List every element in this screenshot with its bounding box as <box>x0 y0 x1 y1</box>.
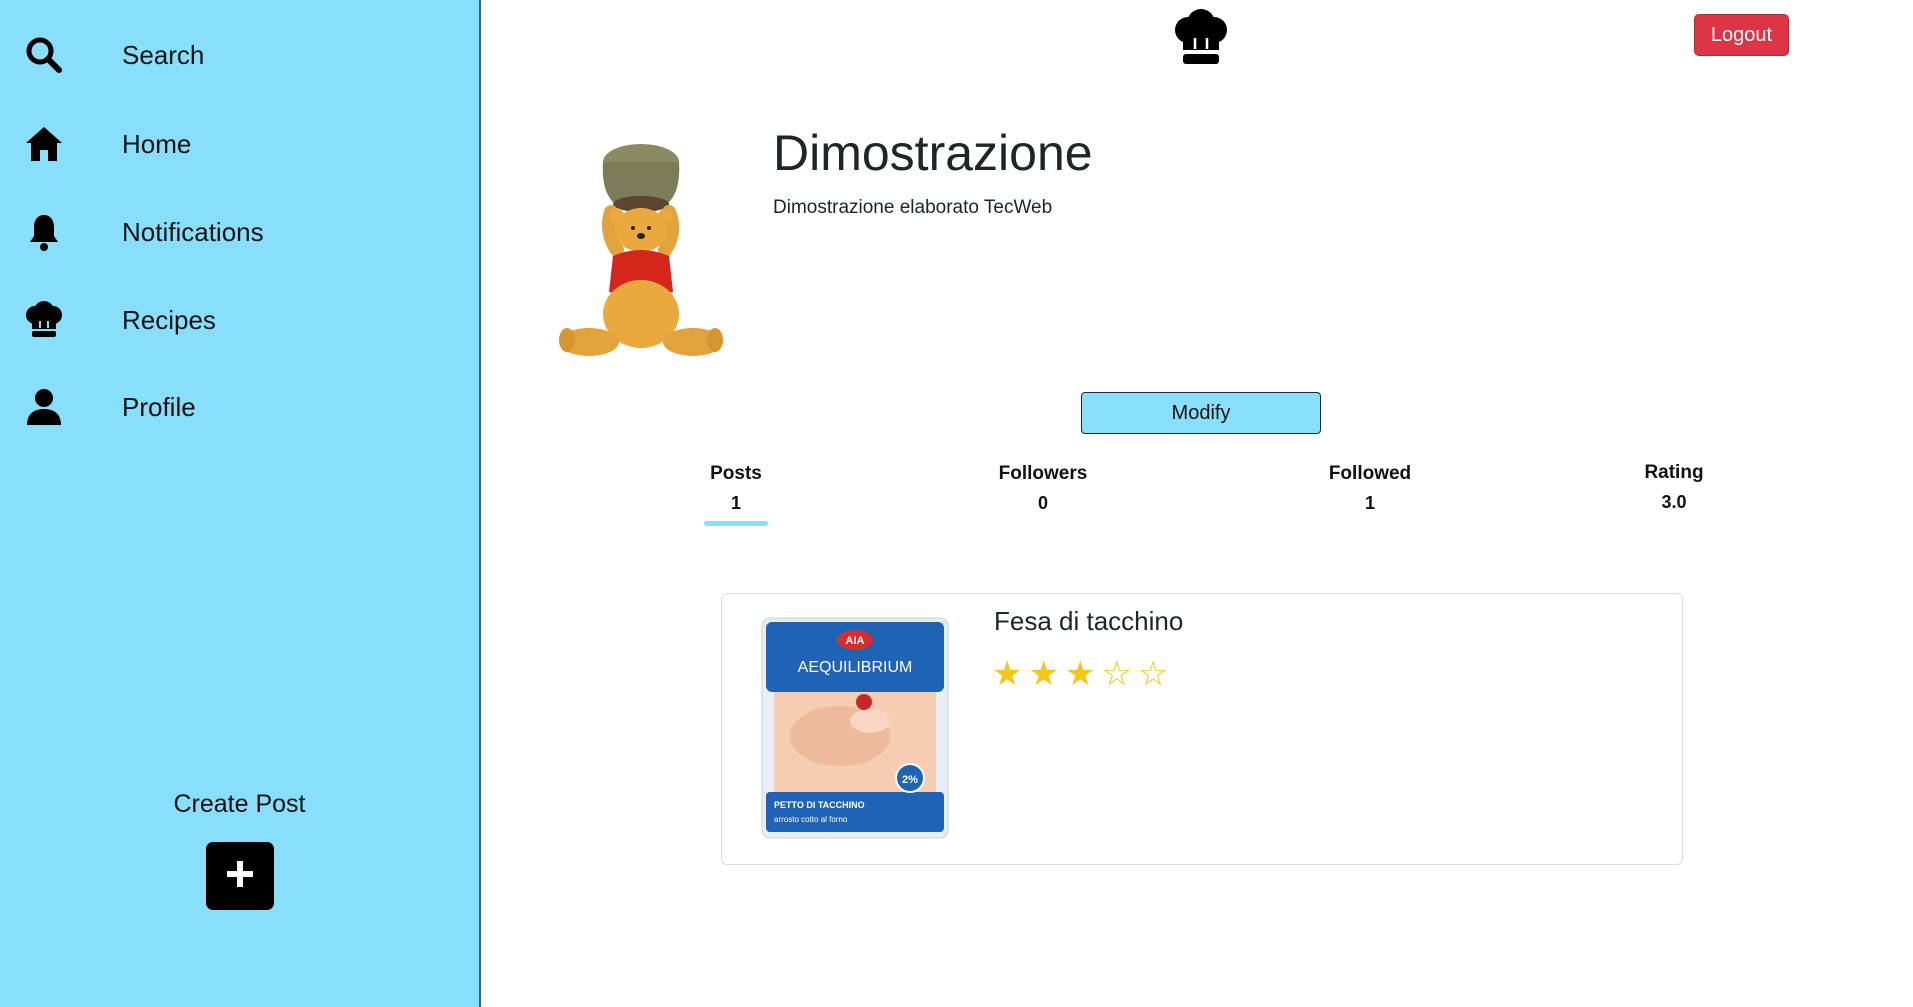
stat-value: 1 <box>730 493 741 513</box>
post-title: Fesa di tacchino <box>994 606 1184 636</box>
stat-label: Followers <box>998 463 1088 484</box>
stat-followed[interactable]: Followed 1 <box>1280 463 1460 514</box>
stat-value: 3.0 <box>1661 492 1687 512</box>
sidebar-item-notifications[interactable]: Notifications <box>0 202 479 262</box>
active-tab-indicator <box>704 521 768 526</box>
avatar <box>551 132 731 372</box>
profile-bio: Dimostrazione elaborato TecWeb <box>773 197 1053 218</box>
sidebar-item-recipes[interactable]: Recipes <box>0 290 479 350</box>
sidebar-item-home[interactable]: Home <box>0 114 479 174</box>
stat-value: 0 <box>1037 493 1048 513</box>
bell-icon <box>22 210 66 254</box>
stat-followers[interactable]: Followers 0 <box>953 463 1133 514</box>
create-post-button[interactable] <box>206 842 274 910</box>
desc-text: PETTO DI TACCHINO <box>774 800 865 810</box>
sidebar-item-label: Profile <box>122 391 196 422</box>
profile-name: Dimostrazione <box>773 125 1093 181</box>
product-text: AEQUILIBRIUM <box>798 659 913 676</box>
stat-label: Posts <box>710 463 762 484</box>
stat-label: Followed <box>1328 463 1412 484</box>
post-image: AIA AEQUILIBRIUM PETTO DI TACCHINO arros… <box>760 616 950 841</box>
stat-label: Rating <box>1644 462 1704 483</box>
star-rating: ★★★☆☆ <box>992 655 1175 693</box>
stat-rating: Rating 3.0 <box>1584 462 1764 513</box>
sub-text: arrosto cotto al forno <box>774 815 848 824</box>
brand-text: AIA <box>846 635 865 647</box>
search-icon <box>22 33 66 77</box>
sidebar-item-search[interactable]: Search <box>0 25 479 85</box>
sidebar: Search Home Notifications Recipes Profil… <box>0 0 481 1007</box>
main-content: Logout Dimostrazione Dimostrazione elabo… <box>483 0 1913 1007</box>
logout-button[interactable]: Logout <box>1694 14 1789 56</box>
badge-text: 2% <box>902 774 918 786</box>
home-icon <box>22 122 66 166</box>
chef-hat-icon <box>22 298 66 342</box>
plus-icon <box>225 859 255 894</box>
sidebar-item-label: Recipes <box>122 304 216 335</box>
sidebar-item-label: Search <box>122 39 205 70</box>
create-post-section: Create Post <box>0 790 479 910</box>
modify-profile-button[interactable]: Modify <box>1081 392 1321 434</box>
post-card[interactable]: AIA AEQUILIBRIUM PETTO DI TACCHINO arros… <box>721 593 1683 865</box>
sidebar-item-profile[interactable]: Profile <box>0 377 479 437</box>
sidebar-item-label: Notifications <box>122 216 264 247</box>
stat-posts[interactable]: Posts 1 <box>646 463 826 526</box>
user-icon <box>22 385 66 429</box>
create-post-label: Create Post <box>173 790 306 818</box>
chef-hat-icon[interactable] <box>1171 8 1231 68</box>
stat-value: 1 <box>1364 493 1375 513</box>
sidebar-item-label: Home <box>122 128 192 159</box>
